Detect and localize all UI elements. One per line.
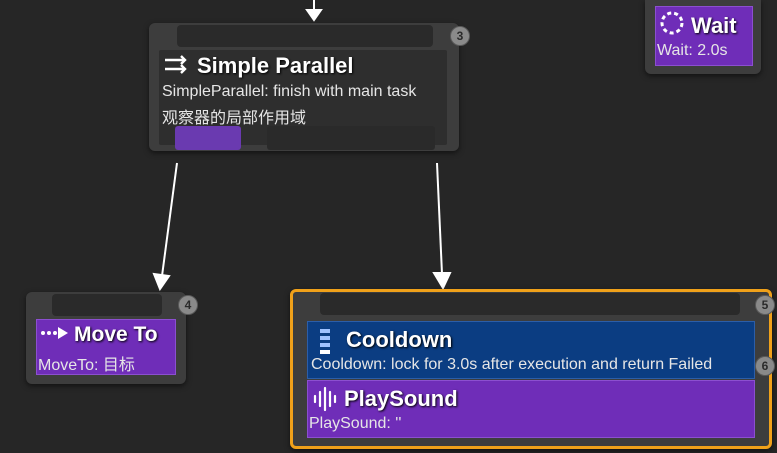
- wait-title: Wait: [691, 12, 737, 38]
- sound-wave-icon: [312, 386, 340, 417]
- background-task-pin[interactable]: [267, 126, 435, 150]
- cooldown-decorator[interactable]: Cooldown Cooldown: lock for 3.0s after e…: [307, 321, 755, 379]
- parallel-header: Simple Parallel: [163, 53, 354, 79]
- wait-dial-icon: [659, 10, 685, 41]
- cooldown-subtitle: Cooldown: lock for 3.0s after execution …: [311, 356, 713, 373]
- simple-parallel-node[interactable]: 3 Simple Parallel SimpleParallel: finish…: [149, 23, 470, 151]
- move-to-title: Move To: [74, 323, 158, 346]
- wait-subtitle: Wait: 2.0s: [657, 42, 728, 59]
- main-task-pin[interactable]: [175, 126, 241, 150]
- wait-node[interactable]: Wait Wait: 2.0s: [645, 0, 761, 74]
- input-pin[interactable]: [320, 293, 740, 315]
- wire-into-parallel-arrow: [305, 9, 323, 22]
- wire-sequence-arrow: [432, 272, 452, 291]
- playsound-subtitle: PlaySound: '': [309, 415, 402, 432]
- playsound-task[interactable]: PlaySound PlaySound: '': [307, 380, 755, 438]
- behavior-tree-canvas[interactable]: 3 Simple Parallel SimpleParallel: finish…: [0, 0, 777, 453]
- move-arrow-icon: [40, 325, 70, 346]
- execution-order-badge: 4: [178, 295, 198, 315]
- cooldown-title: Cooldown: [346, 327, 453, 352]
- input-pin[interactable]: [52, 294, 162, 316]
- execution-order-badge: 3: [450, 26, 470, 46]
- parallel-title: Simple Parallel: [197, 53, 354, 78]
- input-pin[interactable]: [177, 25, 433, 47]
- parallel-arrows-icon: [163, 54, 189, 79]
- wire-moveto-arrow: [152, 272, 171, 292]
- wire-parallel-to-moveto: [161, 162, 178, 277]
- decorator-order-badge: 6: [755, 356, 775, 376]
- parallel-description: SimpleParallel: finish with main task: [162, 83, 417, 100]
- wait-header: Wait: [659, 10, 737, 41]
- wire-parallel-to-sequence: [436, 162, 443, 275]
- execution-order-badge: 5: [755, 295, 775, 315]
- playsound-title: PlaySound: [344, 386, 458, 411]
- move-to-subtitle: MoveTo: 目标: [38, 357, 135, 374]
- parallel-scope-label: 观察器的局部作用域: [162, 110, 307, 127]
- move-to-node[interactable]: 4 Move To MoveTo: 目标: [26, 292, 198, 384]
- selected-composite-node[interactable]: 5 Cooldown Cooldown: lock for 3.0s after…: [290, 289, 775, 449]
- move-to-header: Move To: [40, 323, 158, 347]
